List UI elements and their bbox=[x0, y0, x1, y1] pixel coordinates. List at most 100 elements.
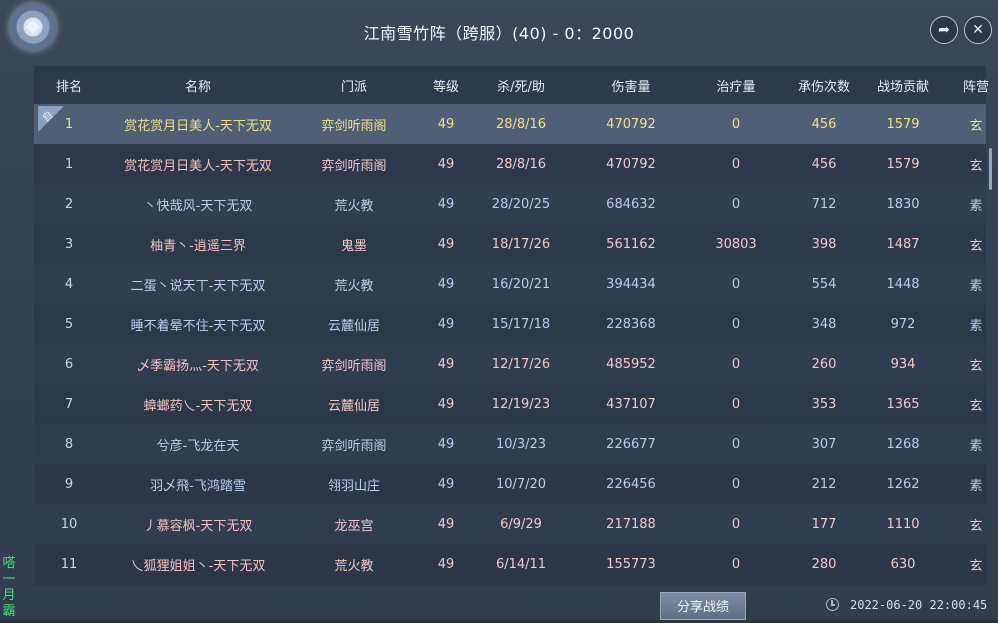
cell-sect: 弈剑听雨阁 bbox=[321, 158, 387, 174]
column-header-camp[interactable]: 阵营 bbox=[934, 76, 998, 95]
cell-rank: 9 bbox=[64, 476, 74, 492]
column-header-heal[interactable]: 治疗量 bbox=[696, 76, 776, 95]
cell-camp: 素 bbox=[969, 318, 983, 334]
column-header-hits-taken[interactable]: 承伤次数 bbox=[776, 76, 872, 95]
cell-level: 49 bbox=[437, 516, 455, 532]
cell-name: 柚青丶-逍遥三界 bbox=[150, 238, 246, 254]
table-row[interactable]: 5 睡不着晕不住-天下无双 云麓仙居 49 15/17/18 228368 0 348 972 素 bbox=[34, 304, 986, 344]
cell-contribution: 1487 bbox=[886, 236, 920, 252]
column-header-contribution[interactable]: 战场贡献 bbox=[872, 76, 934, 95]
cell-level: 49 bbox=[437, 356, 455, 372]
cell-level: 49 bbox=[437, 276, 455, 292]
cell-rank: 5 bbox=[64, 316, 74, 332]
close-x-icon[interactable]: ✕ bbox=[964, 16, 992, 44]
cell-damage: 226677 bbox=[606, 436, 656, 452]
cell-camp: 素 bbox=[969, 278, 983, 294]
table-row[interactable]: 4 二蛋丶说天丅-天下无双 荒火教 49 16/20/21 394434 0 554 1448 素 bbox=[34, 264, 986, 304]
cell-kda: 10/7/20 bbox=[495, 476, 547, 492]
cell-name: 赏花赏月日美人-天下无双 bbox=[124, 118, 272, 134]
cell-contribution: 1579 bbox=[886, 116, 920, 132]
cell-hits-taken: 353 bbox=[811, 396, 837, 412]
cell-sect: 荒火教 bbox=[334, 278, 374, 294]
cell-level: 49 bbox=[437, 556, 455, 572]
cell-kda: 6/14/11 bbox=[495, 556, 547, 572]
table-row[interactable]: 6 乄季霸扬灬-天下无双 弈剑听雨阁 49 12/17/26 485952 0 260 934 玄 bbox=[34, 344, 986, 384]
cell-sect: 弈剑听雨阁 bbox=[321, 438, 387, 454]
clock-icon bbox=[826, 598, 839, 611]
self-marker-badge: 自 bbox=[40, 109, 56, 125]
cell-camp: 玄 bbox=[969, 238, 983, 254]
battle-timestamp: 2022-06-20 22:00:45 bbox=[850, 598, 988, 612]
column-header-name[interactable]: 名称 bbox=[104, 76, 292, 95]
share-arrow-icon[interactable]: ➦ bbox=[930, 16, 958, 44]
cell-contribution: 630 bbox=[890, 556, 916, 572]
cell-contribution: 1830 bbox=[886, 196, 920, 212]
cell-kda: 28/8/16 bbox=[495, 156, 547, 172]
cell-level: 49 bbox=[437, 396, 455, 412]
cell-sect: 荒火教 bbox=[334, 198, 374, 214]
cell-level: 49 bbox=[437, 196, 455, 212]
cell-contribution: 1268 bbox=[886, 436, 920, 452]
cell-rank: 1 bbox=[64, 156, 74, 172]
cell-kda: 28/20/25 bbox=[491, 196, 551, 212]
table-row[interactable]: 11 乀狐狸姐姐丶-天下无双 荒火教 49 6/14/11 155773 0 280 630 玄 bbox=[34, 544, 986, 584]
cell-level: 49 bbox=[437, 116, 455, 132]
cell-contribution: 972 bbox=[890, 316, 916, 332]
cell-hits-taken: 348 bbox=[811, 316, 837, 332]
table-row[interactable]: 9 羽乄飛-飞鸿踏雪 翎羽山庄 49 10/7/20 226456 0 212 1262 素 bbox=[34, 464, 986, 504]
cell-rank: 11 bbox=[60, 556, 78, 572]
cell-name: 乀狐狸姐姐丶-天下无双 bbox=[130, 558, 266, 574]
cell-sect: 鬼墨 bbox=[340, 238, 367, 254]
cell-name: 睡不着晕不住-天下无双 bbox=[130, 318, 266, 334]
cell-damage: 561162 bbox=[606, 236, 656, 252]
cell-heal: 0 bbox=[731, 476, 741, 492]
cell-heal: 0 bbox=[731, 116, 741, 132]
cell-damage: 485952 bbox=[606, 356, 656, 372]
cell-sect: 云麓仙居 bbox=[327, 318, 380, 334]
cell-camp: 素 bbox=[969, 438, 983, 454]
share-results-button[interactable]: 分享战绩 bbox=[660, 592, 746, 620]
cell-rank: 7 bbox=[64, 396, 74, 412]
cell-contribution: 1448 bbox=[886, 276, 920, 292]
cell-sect: 翎羽山庄 bbox=[327, 478, 380, 494]
table-row[interactable]: 3 柚青丶-逍遥三界 鬼墨 49 18/17/26 561162 30803 398 1487 玄 bbox=[34, 224, 986, 264]
table-row[interactable]: 10 丿慕容枫-天下无双 龙巫宫 49 6/9/29 217188 0 177 1110 玄 bbox=[34, 504, 986, 544]
table-body: 自 1 赏花赏月日美人-天下无双 弈剑听雨阁 49 28/8/16 470792 0 456 15… bbox=[34, 104, 986, 584]
cell-heal: 0 bbox=[731, 356, 741, 372]
column-header-damage[interactable]: 伤害量 bbox=[566, 76, 696, 95]
cell-name: 丿慕容枫-天下无双 bbox=[143, 518, 253, 534]
cell-contribution: 1110 bbox=[886, 516, 920, 532]
cell-kda: 12/19/23 bbox=[491, 396, 551, 412]
column-header-sect[interactable]: 门派 bbox=[292, 76, 416, 95]
cell-heal: 0 bbox=[731, 156, 741, 172]
column-header-level[interactable]: 等级 bbox=[416, 76, 476, 95]
cell-sect: 荒火教 bbox=[334, 558, 374, 574]
cell-rank: 6 bbox=[64, 356, 74, 372]
table-header: 排名 名称 门派 等级 杀/死/助 伤害量 治疗量 承伤次数 战场贡献 阵营 bbox=[34, 66, 989, 104]
cell-camp: 素 bbox=[969, 198, 983, 214]
column-header-rank[interactable]: 排名 bbox=[34, 76, 104, 95]
cell-level: 49 bbox=[437, 316, 455, 332]
cell-level: 49 bbox=[437, 476, 455, 492]
cell-rank: 4 bbox=[64, 276, 74, 292]
cell-damage: 226456 bbox=[606, 476, 656, 492]
cell-damage: 155773 bbox=[606, 556, 656, 572]
cell-name: 羽乄飛-飞鸿踏雪 bbox=[150, 478, 246, 494]
cell-heal: 0 bbox=[731, 396, 741, 412]
scrollbar-thumb[interactable] bbox=[989, 148, 992, 190]
side-chat-text: 嗒 一 月 霸 bbox=[0, 556, 18, 620]
cell-name: 蟑螂药乀-天下无双 bbox=[143, 398, 253, 414]
cell-contribution: 1365 bbox=[886, 396, 920, 412]
table-row[interactable]: 7 蟑螂药乀-天下无双 云麓仙居 49 12/19/23 437107 0 353 1365 玄 bbox=[34, 384, 986, 424]
table-row-self[interactable]: 自 1 赏花赏月日美人-天下无双 弈剑听雨阁 49 28/8/16 470792 0 456 15… bbox=[34, 104, 986, 144]
table-row[interactable]: 1 赏花赏月日美人-天下无双 弈剑听雨阁 49 28/8/16 470792 0 456 157… bbox=[34, 144, 986, 184]
cell-rank: 10 bbox=[60, 516, 78, 532]
cell-damage: 684632 bbox=[606, 196, 656, 212]
cell-hits-taken: 554 bbox=[811, 276, 837, 292]
cell-heal: 0 bbox=[731, 516, 741, 532]
column-header-kda[interactable]: 杀/死/助 bbox=[476, 76, 566, 95]
table-row[interactable]: 8 兮彦-飞龙在天 弈剑听雨阁 49 10/3/23 226677 0 307 1268 素 bbox=[34, 424, 986, 464]
cell-damage: 228368 bbox=[606, 316, 656, 332]
table-row[interactable]: 2 丶快哉风-天下无双 荒火教 49 28/20/25 684632 0 712 1830 素 bbox=[34, 184, 986, 224]
cell-rank: 2 bbox=[64, 196, 74, 212]
